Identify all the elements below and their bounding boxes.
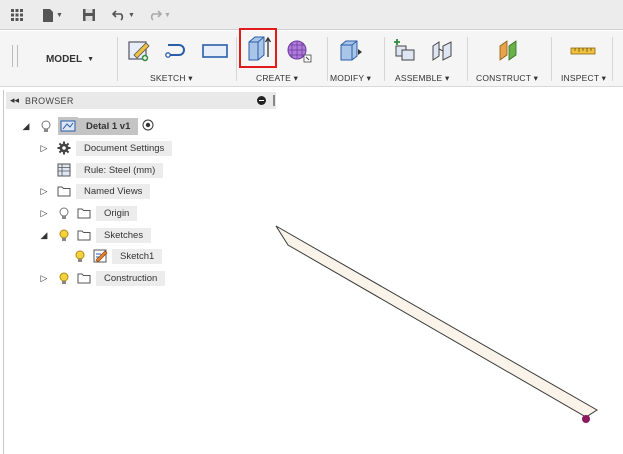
chevron-down-icon: ▼ (56, 11, 63, 19)
expand-arrow-icon[interactable]: ▷ (38, 273, 50, 284)
folder-icon (56, 184, 72, 198)
tree-item-document-settings[interactable]: ▷ Document Settings (38, 139, 173, 157)
inspect-group[interactable]: INSPECT ▾ (561, 73, 606, 84)
rule-table-icon (56, 163, 72, 177)
tree-item-label: Rule: Steel (mm) (76, 162, 164, 178)
toolbar-grip[interactable] (12, 45, 18, 67)
grid-icon[interactable] (10, 6, 24, 24)
collapse-arrow-icon[interactable]: ◢ (20, 121, 32, 132)
collapse-panel-icon[interactable]: ◂◂ (10, 95, 19, 106)
tree-item-label: Sketches (96, 227, 152, 243)
workspace-selector[interactable]: MODEL ▼ (28, 45, 112, 73)
sketch-profile (275, 225, 598, 418)
tree-item-named-views[interactable]: ▷ Named Views (38, 182, 151, 200)
folder-icon (76, 228, 92, 242)
document-icon (58, 117, 78, 135)
tree-item-rule[interactable]: Rule: Steel (mm) (38, 161, 164, 179)
lightbulb-on-icon[interactable] (56, 228, 72, 242)
folder-icon (76, 206, 92, 220)
browser-header: ◂◂ BROWSER (6, 92, 276, 109)
sketch-group[interactable]: SKETCH ▾ (150, 73, 193, 84)
activate-radio-icon[interactable] (142, 119, 154, 134)
inspect-group-label: INSPECT (561, 73, 600, 83)
lightbulb-icon[interactable] (38, 119, 54, 133)
new-component-icon[interactable] (389, 35, 423, 67)
chevron-down-icon: ▼ (164, 11, 171, 19)
extrude-icon[interactable] (239, 28, 277, 68)
toolbar-divider (467, 37, 468, 81)
line-icon[interactable] (160, 35, 194, 67)
expand-arrow-icon[interactable]: ▷ (38, 143, 50, 154)
toolbar-divider (117, 37, 118, 81)
tree-item-label: Origin (96, 205, 138, 221)
tree-item-label: Document Settings (76, 140, 173, 156)
lightbulb-icon[interactable] (56, 206, 72, 220)
offset-plane-icon[interactable] (492, 35, 526, 67)
undo-icon[interactable]: ▼ (112, 6, 135, 24)
workspace-label: MODEL (45, 53, 83, 65)
rectangle-icon[interactable] (198, 35, 232, 67)
chevron-down-icon: ▼ (128, 11, 135, 19)
create-group[interactable]: CREATE ▾ (256, 73, 298, 84)
construct-group[interactable]: CONSTRUCT ▾ (476, 73, 538, 84)
assemble-group-label: ASSEMBLE (395, 73, 443, 83)
toolbar-divider (384, 37, 385, 81)
file-icon[interactable]: ▼ (42, 6, 63, 24)
chevron-down-icon: ▼ (87, 55, 95, 63)
lightbulb-on-icon[interactable] (56, 271, 72, 285)
toolbar-divider (612, 37, 613, 81)
press-pull-icon[interactable] (333, 35, 367, 67)
create-group-label: CREATE (256, 73, 292, 83)
modify-group-label: MODIFY (330, 73, 365, 83)
tree-item-label: Sketch1 (112, 248, 163, 264)
quick-access-bar: ▼ ▼ ▼ (0, 0, 623, 30)
save-icon[interactable] (82, 6, 96, 24)
measure-icon[interactable] (566, 35, 600, 67)
sketch-group-label: SKETCH (150, 73, 186, 83)
toolbar-divider (551, 37, 552, 81)
expand-arrow-icon[interactable]: ▷ (38, 208, 50, 219)
tree-root[interactable]: ◢ Detal 1 v1 (20, 117, 154, 135)
tree-root-label: Detal 1 v1 (78, 117, 139, 135)
collapse-arrow-icon[interactable]: ◢ (38, 230, 50, 241)
create-sketch-icon[interactable] (122, 35, 156, 67)
joint-icon[interactable] (426, 35, 460, 67)
browser-title: BROWSER (25, 95, 74, 106)
modify-group[interactable]: MODIFY ▾ (330, 73, 371, 84)
construct-group-label: CONSTRUCT (476, 73, 532, 83)
tree-item-label: Construction (96, 270, 166, 286)
redo-icon[interactable]: ▼ (148, 6, 171, 24)
sketch-icon (92, 249, 108, 263)
folder-icon (76, 271, 92, 285)
lightbulb-on-icon[interactable] (72, 249, 88, 263)
assemble-group[interactable]: ASSEMBLE ▾ (395, 73, 449, 84)
sketch-point (582, 415, 590, 423)
toolbar-divider (236, 37, 237, 81)
expand-arrow-icon[interactable]: ▷ (38, 186, 50, 197)
panel-resize-handle[interactable] (273, 95, 275, 106)
minimize-icon[interactable] (257, 96, 266, 105)
gear-icon (56, 141, 72, 155)
form-icon[interactable] (282, 35, 316, 67)
tree-item-sketch1[interactable]: Sketch1 (72, 247, 163, 265)
tree-item-sketches[interactable]: ◢ Sketches (38, 226, 152, 244)
tree-item-label: Named Views (76, 183, 151, 199)
tree-item-origin[interactable]: ▷ Origin (38, 204, 138, 222)
tree-item-construction[interactable]: ▷ Construction (38, 269, 166, 287)
toolbar-divider (327, 37, 328, 81)
toolbar: MODEL ▼ SKETCH ▾ CREATE ▾ MODIFY ▾ ASSEM… (0, 28, 623, 87)
